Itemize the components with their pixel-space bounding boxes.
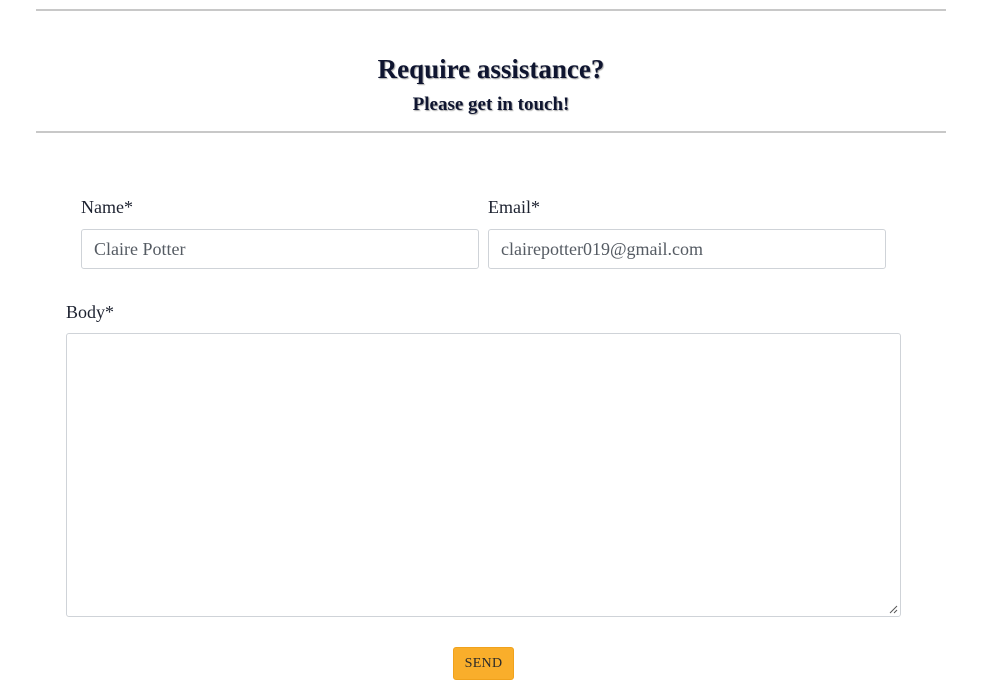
- email-label: Email*: [488, 197, 540, 217]
- body-textarea[interactable]: [66, 333, 901, 617]
- top-divider: [36, 9, 946, 11]
- body-label: Body*: [66, 302, 115, 322]
- send-button[interactable]: SEND: [453, 647, 514, 680]
- page-title: Require assistance?: [377, 54, 605, 84]
- page-subtitle: Please get in touch!: [412, 94, 570, 115]
- header-divider: [36, 131, 946, 133]
- resize-grip-icon[interactable]: [888, 604, 898, 614]
- name-field[interactable]: [81, 229, 479, 269]
- name-label: Name*: [81, 197, 133, 217]
- email-field[interactable]: [488, 229, 886, 269]
